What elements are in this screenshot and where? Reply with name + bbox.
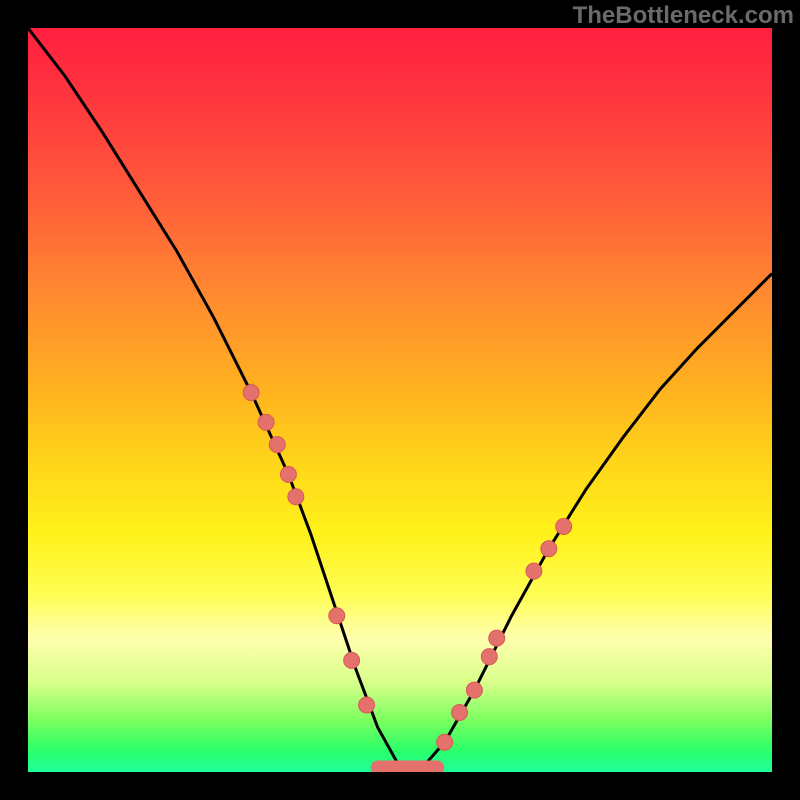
data-marker xyxy=(288,489,304,505)
data-marker xyxy=(258,414,274,430)
plot-area xyxy=(28,28,772,772)
data-marker xyxy=(243,385,259,401)
data-marker xyxy=(437,734,453,750)
data-marker xyxy=(269,437,285,453)
data-marker xyxy=(280,466,296,482)
data-marker xyxy=(329,608,345,624)
watermark-label: TheBottleneck.com xyxy=(573,2,794,30)
data-marker xyxy=(526,563,542,579)
bottleneck-curve xyxy=(28,28,772,768)
data-marker xyxy=(489,630,505,646)
data-marker xyxy=(466,682,482,698)
data-marker xyxy=(556,518,572,534)
data-marker xyxy=(344,652,360,668)
data-marker xyxy=(359,697,375,713)
data-marker xyxy=(452,704,468,720)
curve-path xyxy=(28,28,772,768)
chart-svg xyxy=(28,28,772,772)
data-marker xyxy=(481,649,497,665)
data-markers-left xyxy=(243,385,374,713)
data-markers-right xyxy=(437,518,572,750)
frame: TheBottleneck.com xyxy=(0,0,800,800)
data-marker xyxy=(541,541,557,557)
